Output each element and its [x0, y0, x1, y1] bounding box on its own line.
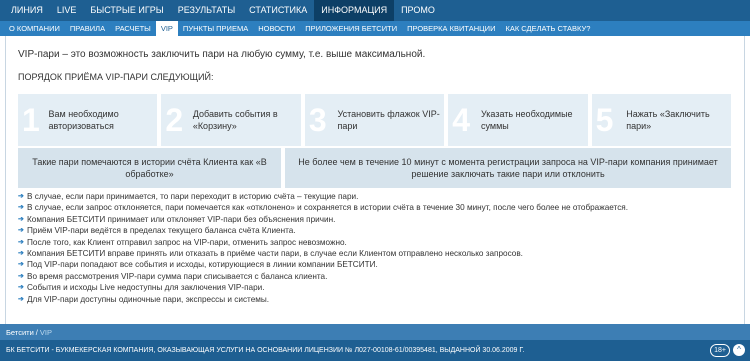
arrow-icon: ➔	[18, 261, 24, 269]
list-item: ➔ После того, как Клиент отправил запрос …	[18, 237, 628, 248]
rule-text: Приём VIP-пари ведётся в пределах текуще…	[27, 226, 296, 236]
subnav-how-to-bet[interactable]: КАК СДЕЛАТЬ СТАВКУ?	[500, 21, 595, 36]
step-card: 5 Нажать «Заключить пари»	[591, 94, 732, 146]
rule-text: Для VIP-пари доступны одиночные пари, эк…	[27, 294, 270, 304]
steps-row: 1 Вам необходимо авторизоваться 2 Добави…	[18, 94, 732, 146]
step-card: 1 Вам необходимо авторизоваться	[18, 94, 158, 146]
subnav-check-receipt[interactable]: ПРОВЕРКА КВИТАНЦИИ	[402, 21, 500, 36]
list-item: ➔ В случае, если пари принимается, то пар…	[18, 191, 628, 202]
list-item: ➔ События и исходы Live недоступны для за…	[18, 282, 628, 293]
nav-results[interactable]: РЕЗУЛЬТАТЫ	[171, 0, 242, 21]
main-content: VIP-пари – это возможность заключить пар…	[5, 36, 745, 324]
nav-promo[interactable]: ПРОМО	[394, 0, 442, 21]
subnav-about[interactable]: О КОМПАНИИ	[4, 21, 65, 36]
subnav-vip[interactable]: VIP	[155, 21, 178, 36]
step-card: 3 Установить флажок VIP-пари	[304, 94, 445, 146]
breadcrumb-current: VIP	[39, 327, 52, 337]
intro-text: VIP-пари – это возможность заключить пар…	[18, 49, 426, 60]
nav-information[interactable]: ИНФОРМАЦИЯ	[314, 0, 395, 21]
list-item: ➔ В случае, если запрос отклоняется, пари…	[18, 202, 628, 213]
list-item: ➔ Приём VIP-пари ведётся в пределах текущ…	[18, 225, 628, 236]
nav-quick-games[interactable]: БЫСТРЫЕ ИГРЫ	[83, 0, 170, 21]
rule-text: Под VIP-пари попадают все события и исхо…	[27, 260, 378, 270]
footer: БК БЕТСИТИ - БУКМЕКЕРСКАЯ КОМПАНИЯ, ОКАЗ…	[0, 340, 750, 361]
subnav-reception-points[interactable]: ПУНКТЫ ПРИЕМА	[178, 21, 253, 36]
step-number: 2	[165, 102, 184, 138]
list-item: ➔ Для VIP-пари доступны одиночные пари, э…	[18, 294, 628, 305]
arrow-icon: ➔	[18, 284, 24, 292]
arrow-icon: ➔	[18, 295, 24, 303]
sub-nav: О КОМПАНИИ ПРАВИЛА РАСЧЕТЫ VIP ПУНКТЫ ПР…	[0, 21, 750, 36]
step-card: 4 Указать необходимые суммы	[448, 94, 588, 146]
top-nav: ЛИНИЯ LIVE БЫСТРЫЕ ИГРЫ РЕЗУЛЬТАТЫ СТАТИ…	[0, 0, 750, 21]
procedure-heading: ПОРЯДОК ПРИЁМА VIP-ПАРИ СЛЕДУЮЩИЙ:	[18, 72, 214, 82]
arrow-icon: ➔	[18, 238, 24, 246]
arrow-icon: ➔	[18, 227, 24, 235]
step-number: 1	[22, 102, 40, 138]
step-text: Нажать «Заключить пари»	[626, 109, 710, 131]
subnav-rules[interactable]: ПРАВИЛА	[65, 21, 110, 36]
breadcrumb-root[interactable]: Бетсити	[6, 328, 34, 337]
step-text: Указать необходимые суммы	[480, 109, 573, 131]
arrow-icon: ➔	[18, 204, 24, 212]
subnav-news[interactable]: НОВОСТИ	[253, 21, 300, 36]
list-item: ➔ Во время рассмотрения VIP-пари сумма па…	[18, 271, 628, 282]
list-item: ➔ Под VIP-пари попадают все события и исх…	[18, 259, 628, 270]
breadcrumb: Бетсити / VIP	[0, 324, 750, 340]
step-text: Добавить события в «Корзину»	[192, 109, 278, 131]
nav-live[interactable]: LIVE	[50, 0, 84, 21]
age-restriction-badge: 18+	[710, 344, 730, 357]
rules-list: ➔ В случае, если пари принимается, то пар…	[18, 191, 628, 305]
rule-text: В случае, если запрос отклоняется, пари …	[27, 203, 629, 213]
arrow-icon: ➔	[18, 193, 24, 200]
rule-text: Во время рассмотрения VIP-пари сумма пар…	[27, 271, 328, 281]
notes-row: Такие пари помечаются в истории счёта Кл…	[18, 148, 731, 188]
arrow-icon: ➔	[18, 272, 24, 280]
step-text: Вам необходимо авторизоваться	[48, 109, 119, 131]
rule-text: Компания БЕТСИТИ вправе принять или отка…	[27, 249, 523, 259]
step-number: 3	[308, 102, 327, 138]
arrow-icon: ➔	[18, 250, 24, 258]
step-text: Установить флажок VIP-пари	[337, 109, 440, 131]
step-number: 4	[452, 102, 471, 138]
scroll-up-icon[interactable]: ^	[733, 344, 745, 356]
nav-line[interactable]: ЛИНИЯ	[4, 0, 50, 21]
step-card: 2 Добавить события в «Корзину»	[161, 94, 301, 146]
rule-text: После того, как Клиент отправил запрос н…	[27, 237, 347, 247]
nav-statistics[interactable]: СТАТИСТИКА	[242, 0, 314, 21]
subnav-apps[interactable]: ПРИЛОЖЕНИЯ БЕТСИТИ	[300, 21, 402, 36]
list-item: ➔ Компания БЕТСИТИ вправе принять или отк…	[18, 248, 628, 259]
list-item: ➔ Компания БЕТСИТИ принимает или отклоняе…	[18, 214, 628, 225]
step-number: 5	[595, 102, 614, 138]
subnav-settlements[interactable]: РАСЧЕТЫ	[110, 21, 156, 36]
rule-text: События и исходы Live недоступны для зак…	[27, 283, 265, 293]
rule-text: Компания БЕТСИТИ принимает или отклоняет…	[27, 214, 336, 224]
license-text: БК БЕТСИТИ - БУКМЕКЕРСКАЯ КОМПАНИЯ, ОКАЗ…	[6, 347, 525, 354]
note-in-processing: Такие пари помечаются в истории счёта Кл…	[18, 148, 281, 188]
rule-text: В случае, если пари принимается, то пари…	[27, 192, 359, 201]
arrow-icon: ➔	[18, 215, 24, 223]
note-decision-time: Не более чем в течение 10 минут с момент…	[285, 148, 731, 188]
